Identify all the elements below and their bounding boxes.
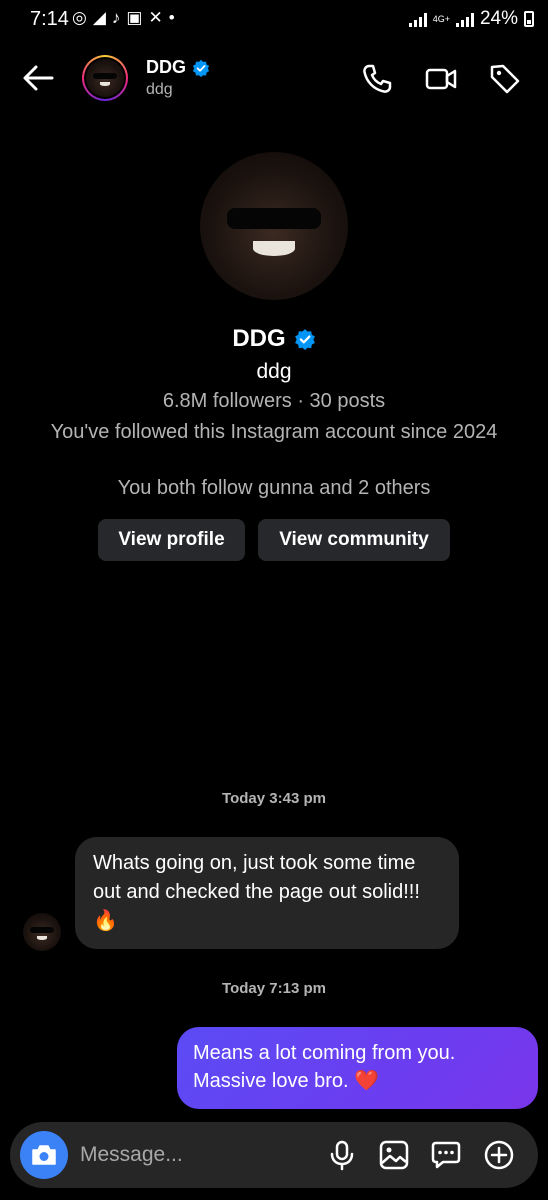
view-profile-button[interactable]: View profile: [98, 519, 245, 561]
instagram-icon: ▣: [126, 8, 143, 27]
sticker-chat-icon[interactable]: [430, 1139, 462, 1171]
x-icon: ✕: [148, 8, 163, 27]
back-arrow-icon[interactable]: [18, 60, 58, 96]
header-handle: ddg: [146, 81, 173, 98]
telegram-icon: ◢: [92, 8, 106, 27]
phone-call-icon[interactable]: [360, 62, 394, 96]
profile-follow-since: You've followed this Instagram account s…: [50, 421, 498, 443]
camera-icon: [32, 1145, 56, 1165]
sender-avatar[interactable]: [23, 913, 61, 951]
video-call-icon[interactable]: [424, 62, 458, 96]
microphone-icon[interactable]: [326, 1139, 358, 1171]
chat-header: DDG ddg: [0, 48, 548, 110]
status-bar: 7:14 ◎ ◢ ♪ ▣ ✕ • 4G+ 24%: [0, 0, 548, 40]
message-input[interactable]: [80, 1140, 300, 1170]
camera-button[interactable]: [20, 1131, 68, 1179]
view-community-button[interactable]: View community: [258, 519, 450, 561]
add-plus-icon[interactable]: [483, 1139, 515, 1171]
message-timestamp: Today 3:43 pm: [222, 790, 326, 807]
header-name: DDG: [146, 57, 186, 77]
message-timestamp: Today 7:13 pm: [222, 980, 326, 997]
header-name-row[interactable]: DDG: [146, 57, 210, 78]
status-right: 4G+ 24%: [408, 8, 534, 30]
status-time: 7:14: [30, 8, 69, 30]
battery-level: 24%: [479, 8, 518, 29]
tiktok-icon: ♪: [111, 8, 121, 27]
signal-icon: [408, 11, 427, 27]
whatsapp-icon: ◎: [72, 8, 87, 27]
profile-name: DDG: [232, 325, 286, 352]
gallery-icon[interactable]: [378, 1139, 410, 1171]
profile-name-row: DDG: [0, 325, 548, 353]
profile-stats: 6.8M followers · 30 posts: [162, 390, 386, 412]
verified-badge-icon: [192, 59, 210, 77]
status-app-icons: ◎ ◢ ♪ ▣ ✕ •: [72, 8, 175, 28]
network-type: 4G+: [432, 13, 450, 24]
profile-handle: ddg: [256, 360, 292, 383]
profile-avatar[interactable]: [200, 152, 348, 300]
incoming-message-bubble[interactable]: Whats going on, just took some time out …: [75, 837, 459, 949]
message-composer: [10, 1122, 538, 1188]
dot-icon: •: [168, 8, 175, 27]
profile-mutual-followers: You both follow gunna and 2 others: [117, 477, 431, 499]
verified-badge-icon: [294, 329, 315, 350]
signal-icon-2: [455, 11, 474, 27]
header-avatar[interactable]: [82, 55, 128, 101]
tag-icon[interactable]: [488, 62, 522, 96]
battery-icon: [524, 11, 534, 27]
outgoing-message-bubble[interactable]: Means a lot coming from you. Massive lov…: [177, 1027, 538, 1109]
